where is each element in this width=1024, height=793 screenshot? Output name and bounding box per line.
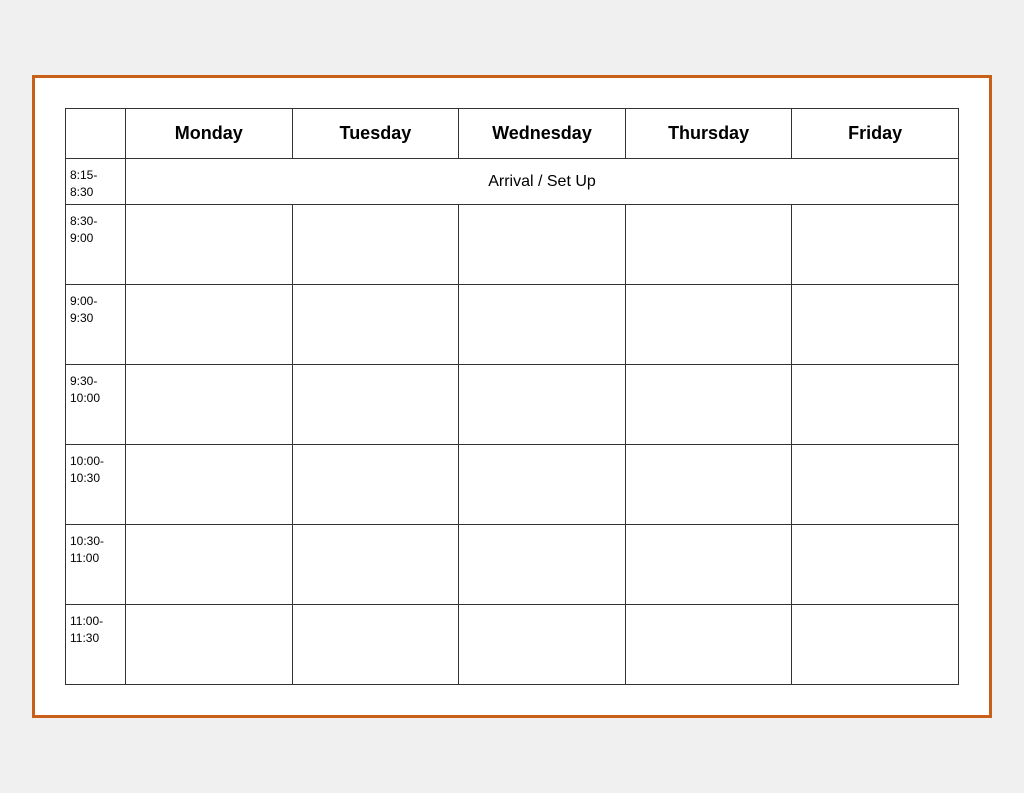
schedule-cell[interactable] [459, 445, 626, 525]
arrival-label: Arrival / Set Up [126, 158, 959, 205]
schedule-cell[interactable] [292, 605, 459, 685]
schedule-cell[interactable] [292, 525, 459, 605]
schedule-cell[interactable] [292, 205, 459, 285]
schedule-cell[interactable] [459, 605, 626, 685]
time-slot: 10:30- 11:00 [66, 525, 126, 605]
schedule-table: Monday Tuesday Wednesday Thursday Friday… [65, 108, 959, 686]
header-wednesday: Wednesday [459, 108, 626, 158]
schedule-cell[interactable] [625, 525, 792, 605]
schedule-cell[interactable] [792, 445, 959, 525]
schedule-cell[interactable] [126, 285, 293, 365]
schedule-cell[interactable] [126, 525, 293, 605]
schedule-cell[interactable] [126, 445, 293, 525]
arrival-row: 8:15- 8:30Arrival / Set Up [66, 158, 959, 205]
schedule-cell[interactable] [792, 205, 959, 285]
time-slot: 10:00- 10:30 [66, 445, 126, 525]
schedule-cell[interactable] [459, 285, 626, 365]
schedule-cell[interactable] [625, 605, 792, 685]
schedule-row: 9:30- 10:00 [66, 365, 959, 445]
schedule-cell[interactable] [792, 365, 959, 445]
schedule-row: 9:00- 9:30 [66, 285, 959, 365]
schedule-cell[interactable] [459, 365, 626, 445]
schedule-row: 11:00- 11:30 [66, 605, 959, 685]
time-slot: 8:30- 9:00 [66, 205, 126, 285]
schedule-cell[interactable] [292, 445, 459, 525]
arrival-time: 8:15- 8:30 [66, 158, 126, 205]
schedule-cell[interactable] [126, 605, 293, 685]
schedule-cell[interactable] [459, 525, 626, 605]
schedule-cell[interactable] [792, 285, 959, 365]
calendar-page: Monday Tuesday Wednesday Thursday Friday… [32, 75, 992, 719]
schedule-cell[interactable] [625, 365, 792, 445]
header-tuesday: Tuesday [292, 108, 459, 158]
header-thursday: Thursday [625, 108, 792, 158]
schedule-cell[interactable] [126, 365, 293, 445]
schedule-cell[interactable] [126, 205, 293, 285]
schedule-cell[interactable] [625, 205, 792, 285]
schedule-row: 8:30- 9:00 [66, 205, 959, 285]
schedule-cell[interactable] [292, 285, 459, 365]
header-monday: Monday [126, 108, 293, 158]
schedule-cell[interactable] [459, 205, 626, 285]
time-slot: 9:00- 9:30 [66, 285, 126, 365]
time-slot: 9:30- 10:00 [66, 365, 126, 445]
schedule-row: 10:00- 10:30 [66, 445, 959, 525]
time-slot: 11:00- 11:30 [66, 605, 126, 685]
schedule-cell[interactable] [792, 605, 959, 685]
header-friday: Friday [792, 108, 959, 158]
schedule-cell[interactable] [625, 285, 792, 365]
schedule-row: 10:30- 11:00 [66, 525, 959, 605]
header-time [66, 108, 126, 158]
schedule-cell[interactable] [625, 445, 792, 525]
schedule-cell[interactable] [792, 525, 959, 605]
schedule-cell[interactable] [292, 365, 459, 445]
